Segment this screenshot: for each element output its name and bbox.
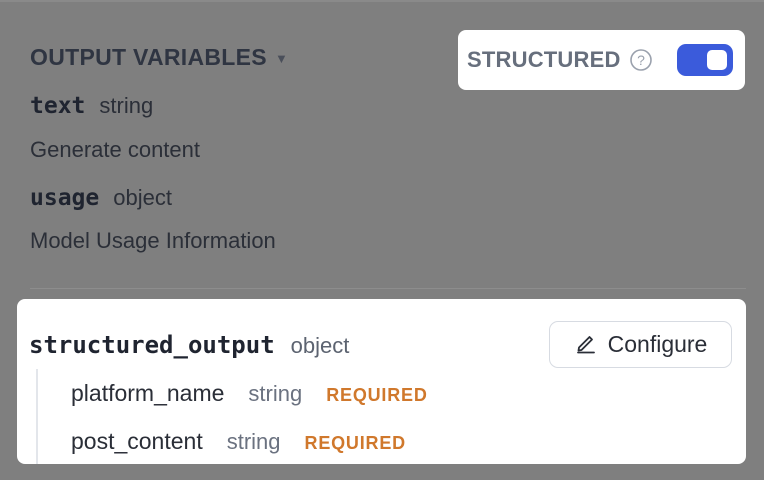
field-type: string [226,429,281,454]
section-divider [30,288,746,289]
tree-guide-line [36,369,38,464]
structured-output-header: structured_output object [29,331,349,359]
configure-button[interactable]: Configure [549,321,732,368]
variable-name: usage [30,185,100,211]
output-variables-header[interactable]: OUTPUT VARIABLES ▼ [30,44,288,71]
structured-toggle-group: STRUCTURED ? [458,30,745,90]
variable-description: Generate content [30,137,201,162]
configure-label: Configure [607,331,708,357]
toggle-knob [707,50,727,70]
structured-output-type: object [290,333,350,358]
field-type: string [248,381,303,406]
structured-output-panel: structured_output object Configure platf… [17,299,746,464]
structured-output-name: structured_output [29,331,275,359]
variable-description: Model Usage Information [30,228,276,253]
field-row: post_content string REQUIRED [71,428,406,455]
required-badge: REQUIRED [304,433,406,453]
svg-text:?: ? [637,52,645,68]
variable-type: string [99,93,154,118]
field-name: platform_name [71,380,225,406]
section-title: OUTPUT VARIABLES [30,44,267,70]
variable-type: object [113,185,172,210]
structured-label: STRUCTURED [467,47,621,72]
pencil-icon [574,330,598,360]
structured-toggle[interactable] [677,44,733,76]
required-badge: REQUIRED [326,385,428,405]
help-circle-icon[interactable]: ? [629,48,653,72]
variable-name: text [30,93,86,119]
variable-usage: usage object [30,185,172,211]
variable-text: text string [30,93,153,119]
field-name: post_content [71,428,203,454]
top-divider [0,0,764,2]
caret-down-icon: ▼ [274,51,289,66]
field-row: platform_name string REQUIRED [71,380,428,407]
